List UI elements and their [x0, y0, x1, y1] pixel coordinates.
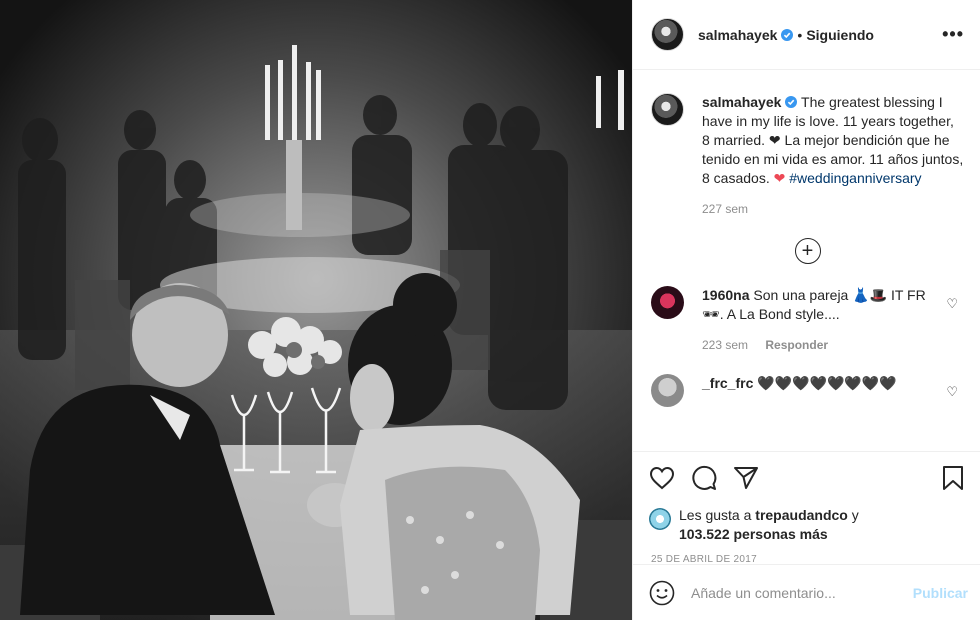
likes-text: Les gusta a trepaudandco y 103.522 perso…: [679, 506, 859, 544]
post-header: salmahayek • Siguiendo •••: [633, 0, 980, 70]
author-username[interactable]: salmahayek: [698, 27, 777, 43]
likes-summary: Les gusta a trepaudandco y 103.522 perso…: [649, 506, 964, 544]
heart-emoji-red: ❤: [773, 170, 786, 186]
liker-avatar[interactable]: [649, 508, 671, 530]
action-icons: [649, 462, 964, 494]
caption-avatar[interactable]: [651, 93, 684, 126]
emoji-icon[interactable]: [649, 580, 675, 606]
instagram-post: salmahayek • Siguiendo ••• salmahayek Th…: [0, 0, 980, 620]
comments-list[interactable]: salmahayek The greatest blessing I have …: [633, 71, 980, 451]
commenter-avatar[interactable]: [651, 286, 684, 319]
caption-username[interactable]: salmahayek: [702, 94, 781, 110]
comment-bubble-icon[interactable]: [691, 465, 717, 491]
likes-count[interactable]: 103.522 personas más: [679, 526, 828, 542]
publish-button[interactable]: Publicar: [913, 585, 968, 601]
comment-text: 1960na Son una pareja 👗🎩 IT FR 🕶. A La B…: [702, 286, 932, 324]
comment-like-icon[interactable]: ♡: [946, 296, 958, 312]
comment-body: 🖤🖤🖤🖤🖤🖤🖤🖤: [757, 375, 897, 391]
likes-connector: y: [851, 507, 859, 523]
reply-button[interactable]: Responder: [765, 338, 828, 352]
post-photo[interactable]: [0, 0, 632, 620]
liker-username[interactable]: trepaudandco: [755, 507, 848, 523]
comment-text: _frc_frc 🖤🖤🖤🖤🖤🖤🖤🖤: [702, 374, 932, 407]
comment-item: _frc_frc 🖤🖤🖤🖤🖤🖤🖤🖤 ♡: [651, 374, 964, 407]
verified-badge-icon: [785, 96, 798, 108]
commenter-username[interactable]: 1960na: [702, 287, 749, 303]
share-direct-icon[interactable]: [733, 466, 759, 490]
header-separator: •: [797, 26, 803, 43]
commenter-username[interactable]: _frc_frc: [702, 375, 753, 391]
more-options-icon[interactable]: •••: [942, 24, 964, 45]
author-avatar[interactable]: [651, 18, 684, 51]
caption: salmahayek The greatest blessing I have …: [651, 93, 964, 188]
load-more-comments-button[interactable]: +: [794, 238, 821, 264]
caption-text: salmahayek The greatest blessing I have …: [702, 93, 964, 188]
post-sidebar: salmahayek • Siguiendo ••• salmahayek Th…: [632, 0, 980, 620]
likes-prefix: Les gusta a: [679, 507, 752, 523]
comment-time[interactable]: 223 sem: [702, 338, 748, 352]
wedding-photo-illustration: [0, 0, 632, 620]
like-heart-icon[interactable]: [649, 466, 675, 490]
comment-meta: 223 sem Responder: [702, 338, 932, 352]
heart-emoji-black: ❤: [768, 132, 781, 148]
commenter-avatar[interactable]: [651, 374, 684, 407]
verified-badge-icon: [781, 28, 794, 41]
caption-time: 227 sem: [702, 202, 964, 216]
comment-input[interactable]: [691, 584, 913, 601]
comment-like-icon[interactable]: ♡: [946, 384, 958, 400]
comment-item: 1960na Son una pareja 👗🎩 IT FR 🕶. A La B…: [651, 286, 964, 352]
post-actions: Les gusta a trepaudandco y 103.522 perso…: [633, 451, 980, 565]
save-bookmark-icon[interactable]: [942, 465, 964, 491]
caption-time-text[interactable]: 227 sem: [702, 202, 748, 216]
hashtag-link[interactable]: #weddinganniversary: [789, 170, 921, 186]
following-button[interactable]: Siguiendo: [806, 27, 874, 43]
add-comment-bar: Publicar: [633, 564, 980, 620]
